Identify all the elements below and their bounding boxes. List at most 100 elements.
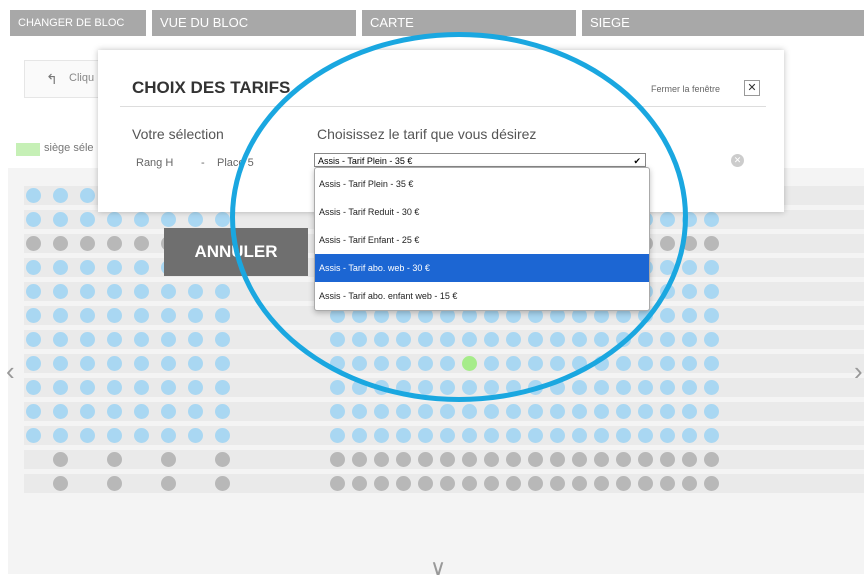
seat[interactable] — [188, 404, 203, 419]
seat[interactable] — [134, 380, 149, 395]
seat[interactable] — [161, 380, 176, 395]
seat[interactable] — [462, 476, 477, 491]
seat[interactable] — [188, 428, 203, 443]
seat[interactable] — [418, 428, 433, 443]
seat[interactable] — [80, 404, 95, 419]
seat[interactable] — [660, 380, 675, 395]
seat[interactable] — [330, 476, 345, 491]
seat[interactable] — [134, 260, 149, 275]
seat[interactable] — [572, 452, 587, 467]
seat[interactable] — [506, 452, 521, 467]
seat[interactable] — [107, 260, 122, 275]
seat[interactable] — [594, 404, 609, 419]
seat[interactable] — [418, 452, 433, 467]
seat[interactable] — [462, 404, 477, 419]
seat[interactable] — [107, 452, 122, 467]
seat[interactable] — [215, 380, 230, 395]
seat[interactable] — [572, 428, 587, 443]
chevron-left-icon[interactable]: ‹ — [6, 356, 15, 387]
seat[interactable] — [484, 404, 499, 419]
seat[interactable] — [704, 452, 719, 467]
seat[interactable] — [53, 356, 68, 371]
seat[interactable] — [704, 308, 719, 323]
seat[interactable] — [528, 476, 543, 491]
seat[interactable] — [682, 404, 697, 419]
seat[interactable] — [215, 452, 230, 467]
seat[interactable] — [161, 332, 176, 347]
seat[interactable] — [26, 404, 41, 419]
seat[interactable] — [704, 356, 719, 371]
seat[interactable] — [53, 476, 68, 491]
seat[interactable] — [53, 404, 68, 419]
seat[interactable] — [80, 260, 95, 275]
seat[interactable] — [134, 284, 149, 299]
seat[interactable] — [352, 428, 367, 443]
seat[interactable] — [161, 356, 176, 371]
seat[interactable] — [53, 452, 68, 467]
seat[interactable] — [161, 428, 176, 443]
seat[interactable] — [616, 452, 631, 467]
seat[interactable] — [80, 188, 95, 203]
seat[interactable] — [704, 260, 719, 275]
seat[interactable] — [462, 428, 477, 443]
seat[interactable] — [330, 404, 345, 419]
seat[interactable] — [506, 476, 521, 491]
seat[interactable] — [660, 428, 675, 443]
seat[interactable] — [660, 356, 675, 371]
seat[interactable] — [107, 332, 122, 347]
seat[interactable] — [53, 380, 68, 395]
seat[interactable] — [107, 308, 122, 323]
seat[interactable] — [161, 476, 176, 491]
seat[interactable] — [616, 476, 631, 491]
seat[interactable] — [26, 188, 41, 203]
seat[interactable] — [638, 404, 653, 419]
seat[interactable] — [352, 476, 367, 491]
seat[interactable] — [80, 332, 95, 347]
seat[interactable] — [616, 356, 631, 371]
seat[interactable] — [107, 476, 122, 491]
seat[interactable] — [374, 452, 389, 467]
seat[interactable] — [161, 284, 176, 299]
seat[interactable] — [215, 308, 230, 323]
seat[interactable] — [107, 212, 122, 227]
seat[interactable] — [660, 308, 675, 323]
seat[interactable] — [418, 476, 433, 491]
seat[interactable] — [704, 212, 719, 227]
seat[interactable] — [215, 212, 230, 227]
seat[interactable] — [53, 332, 68, 347]
seat[interactable] — [215, 356, 230, 371]
seat[interactable] — [53, 212, 68, 227]
seat[interactable] — [53, 308, 68, 323]
seat[interactable] — [107, 380, 122, 395]
seat[interactable] — [528, 452, 543, 467]
seat[interactable] — [396, 428, 411, 443]
seat[interactable] — [134, 236, 149, 251]
seat[interactable] — [134, 212, 149, 227]
seat[interactable] — [26, 428, 41, 443]
seat[interactable] — [594, 428, 609, 443]
seat[interactable] — [26, 356, 41, 371]
seat[interactable] — [704, 404, 719, 419]
seat[interactable] — [682, 260, 697, 275]
seat[interactable] — [572, 380, 587, 395]
seat[interactable] — [352, 452, 367, 467]
seat[interactable] — [26, 212, 41, 227]
seat[interactable] — [80, 284, 95, 299]
seat[interactable] — [528, 428, 543, 443]
seat[interactable] — [638, 428, 653, 443]
seat[interactable] — [418, 404, 433, 419]
seat[interactable] — [484, 476, 499, 491]
seat[interactable] — [215, 284, 230, 299]
seat[interactable] — [638, 356, 653, 371]
seat[interactable] — [134, 308, 149, 323]
seat[interactable] — [161, 212, 176, 227]
close-icon[interactable]: ✕ — [744, 80, 760, 96]
seat[interactable] — [330, 380, 345, 395]
seat[interactable] — [107, 428, 122, 443]
seat[interactable] — [107, 404, 122, 419]
seat[interactable] — [682, 476, 697, 491]
seat[interactable] — [528, 404, 543, 419]
seat[interactable] — [80, 212, 95, 227]
seat[interactable] — [396, 476, 411, 491]
seat[interactable] — [682, 284, 697, 299]
